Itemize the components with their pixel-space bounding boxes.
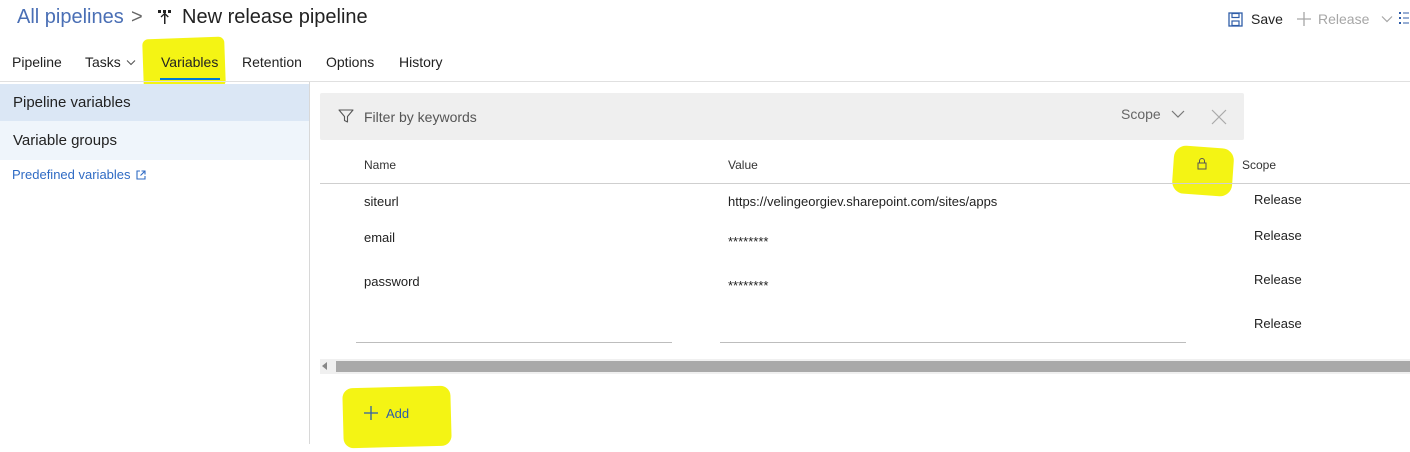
tab-options[interactable]: Options [326,52,374,72]
highlight-lock [1171,144,1235,198]
column-header-value: Value [728,158,758,172]
new-variable-scope[interactable]: Release [1254,316,1302,331]
sidebar-item-pipeline-variables[interactable]: Pipeline variables [0,84,309,121]
variable-name-email[interactable]: email [364,230,395,245]
plus-icon [364,406,378,420]
column-header-scope: Scope [1242,158,1277,172]
save-button[interactable]: Save [1228,9,1283,29]
tab-tasks-label: Tasks [85,54,121,70]
variable-scope-siteurl[interactable]: Release [1254,192,1302,207]
filter-icon [338,109,354,123]
tab-tasks[interactable]: Tasks [85,52,136,72]
chevron-down-icon [126,59,136,65]
scroll-left-arrow[interactable] [322,362,327,370]
chevron-down-icon [1381,16,1393,23]
close-icon[interactable] [1211,109,1227,125]
more-icon[interactable] [1399,11,1409,25]
variable-value-email[interactable]: ******** [728,234,768,249]
tabs-divider [0,81,1410,82]
add-variable-button[interactable]: Add [363,405,409,421]
new-variable-value-field[interactable] [720,342,1186,343]
variable-value-siteurl[interactable]: https://velingeorgiev.sharepoint.com/sit… [728,194,997,209]
active-tab-indicator [160,78,220,80]
pipeline-icon [158,10,171,24]
save-icon [1228,11,1243,27]
variable-scope-password[interactable]: Release [1254,272,1302,287]
release-label: Release [1318,11,1370,27]
scope-filter-label: Scope [1121,106,1161,122]
filter-input[interactable] [364,102,1064,132]
external-link-icon [135,169,146,180]
plus-icon [1297,12,1311,26]
new-variable-name-field[interactable] [356,342,672,343]
variable-value-password[interactable]: ******** [728,278,768,293]
tab-history[interactable]: History [399,52,443,72]
page-title: New release pipeline [182,6,368,28]
variable-name-siteurl[interactable]: siteurl [364,194,399,209]
tab-pipeline[interactable]: Pipeline [12,52,62,72]
variable-scope-email[interactable]: Release [1254,228,1302,243]
lock-icon [1197,158,1207,170]
sidebar-divider [309,82,310,444]
breadcrumb-separator: > [131,6,143,28]
add-label: Add [386,405,410,421]
release-button[interactable]: Release [1296,9,1393,29]
tab-variables[interactable]: Variables [161,52,218,72]
breadcrumb-all-pipelines[interactable]: All pipelines [17,6,124,29]
table-header-divider [320,183,1410,184]
predefined-variables-label: Predefined variables [12,167,131,182]
column-header-name: Name [364,158,397,172]
tab-retention[interactable]: Retention [242,52,302,72]
scope-filter-dropdown[interactable]: Scope [1121,106,1185,122]
predefined-variables-link[interactable]: Predefined variables [12,167,146,182]
scrollbar-thumb[interactable] [336,361,1410,372]
save-label: Save [1251,11,1283,27]
variable-name-password[interactable]: password [364,274,420,289]
chevron-down-icon [1171,110,1185,118]
sidebar-item-variable-groups[interactable]: Variable groups [0,121,309,160]
